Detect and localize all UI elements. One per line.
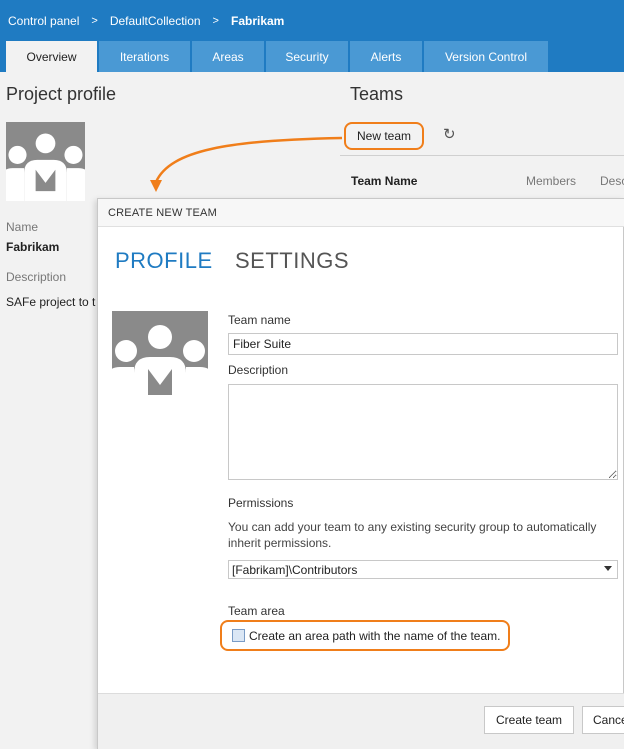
- dialog-footer: Create team Cancel: [98, 693, 624, 749]
- breadcrumb-separator: >: [91, 15, 98, 27]
- tab-bar: Overview Iterations Areas Security Alert…: [6, 41, 550, 72]
- teams-toolbar: New team ↻: [340, 118, 624, 156]
- tab-security[interactable]: Security: [266, 41, 348, 72]
- tab-iterations[interactable]: Iterations: [99, 41, 190, 72]
- team-name-input[interactable]: [228, 333, 618, 355]
- dialog-title: CREATE NEW TEAM: [98, 199, 624, 227]
- tab-overview[interactable]: Overview: [6, 41, 97, 72]
- description-label: Description: [228, 363, 289, 377]
- project-avatar-icon: [6, 122, 85, 201]
- cancel-button[interactable]: Cancel: [582, 706, 624, 734]
- name-label: Name: [6, 220, 39, 234]
- col-team-name[interactable]: Team Name: [351, 174, 417, 188]
- project-profile-heading: Project profile: [6, 84, 117, 104]
- new-team-button[interactable]: New team: [344, 122, 424, 150]
- area-path-checkbox-label[interactable]: Create an area path with the name of the…: [249, 629, 500, 643]
- team-area-label: Team area: [228, 604, 285, 618]
- permissions-selected-value: [Fabrikam]\Contributors: [232, 563, 358, 577]
- col-description[interactable]: Desc: [600, 174, 624, 188]
- breadcrumb-control-panel[interactable]: Control panel: [8, 14, 79, 28]
- col-members[interactable]: Members: [526, 174, 576, 188]
- permissions-select[interactable]: [Fabrikam]\Contributors: [228, 560, 618, 579]
- description-label: Description: [6, 270, 67, 284]
- create-new-team-dialog: CREATE NEW TEAM PROFILE SETTINGS Team na…: [97, 198, 624, 749]
- top-bar: Control panel > DefaultCollection > Fabr…: [0, 0, 624, 72]
- refresh-icon[interactable]: ↻: [443, 127, 459, 143]
- tab-version-control[interactable]: Version Control: [424, 41, 548, 72]
- area-path-option: Create an area path with the name of the…: [220, 620, 510, 651]
- breadcrumb-separator: >: [212, 15, 219, 27]
- chevron-down-icon: [604, 566, 612, 571]
- tab-settings[interactable]: SETTINGS: [235, 248, 349, 274]
- team-avatar-icon: [112, 311, 208, 407]
- description-textarea[interactable]: [228, 384, 618, 480]
- teams-heading: Teams: [350, 84, 404, 104]
- team-name-label: Team name: [228, 313, 291, 327]
- breadcrumb: Control panel > DefaultCollection > Fabr…: [8, 14, 296, 28]
- create-team-button[interactable]: Create team: [484, 706, 574, 734]
- project-name: Fabrikam: [6, 240, 60, 254]
- tab-areas[interactable]: Areas: [192, 41, 264, 72]
- permissions-label: Permissions: [228, 496, 294, 510]
- project-description: SAFe project to t: [6, 295, 96, 309]
- breadcrumb-fabrikam[interactable]: Fabrikam: [231, 14, 284, 28]
- area-path-checkbox[interactable]: [232, 629, 245, 642]
- tab-profile[interactable]: PROFILE: [115, 248, 213, 274]
- breadcrumb-default-collection[interactable]: DefaultCollection: [110, 14, 201, 28]
- tab-alerts[interactable]: Alerts: [350, 41, 422, 72]
- permissions-help-text: You can add your team to any existing se…: [228, 520, 597, 550]
